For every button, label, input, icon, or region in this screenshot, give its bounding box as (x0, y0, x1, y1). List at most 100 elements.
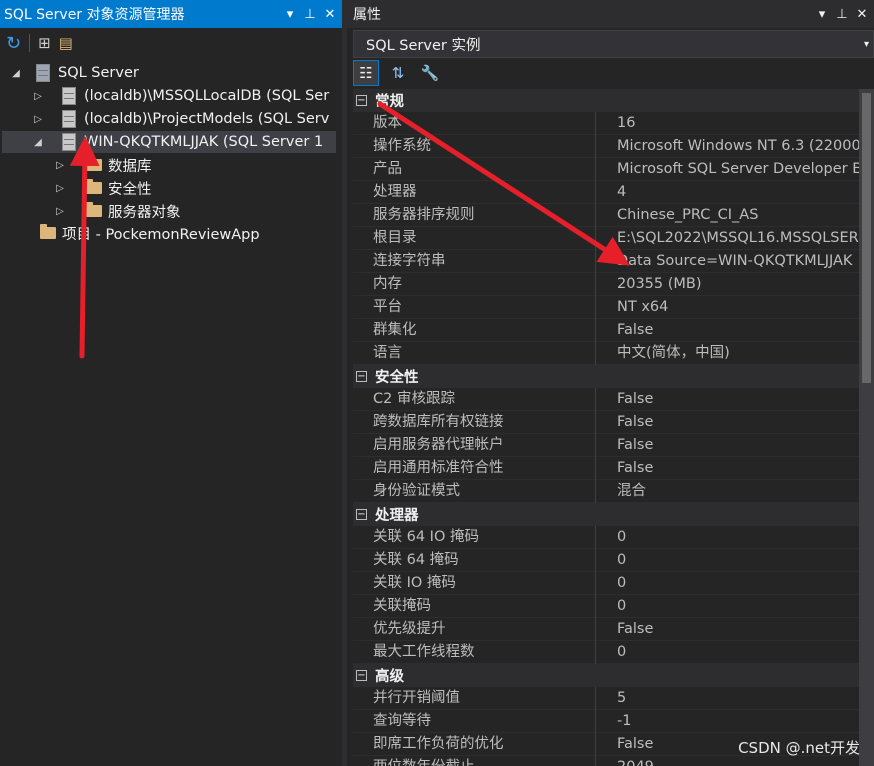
property-value[interactable]: -1 (596, 710, 859, 733)
expanded-icon[interactable]: ◢ (10, 68, 22, 79)
server-icon (62, 87, 76, 105)
property-value[interactable]: 5 (596, 687, 859, 710)
property-value[interactable]: False (596, 319, 859, 342)
new-query-icon[interactable]: ▤ (59, 34, 73, 52)
property-row[interactable]: 连接字符串 Data Source=WIN-QKQTKMLJJAK (353, 249, 859, 273)
collapse-icon[interactable]: − (356, 670, 367, 681)
property-row[interactable]: 产品 Microsoft SQL Server Developer E (353, 157, 859, 181)
property-row[interactable]: C2 审核跟踪 False (353, 387, 859, 411)
alphabetical-icon[interactable]: ⇅ (385, 60, 411, 86)
property-value[interactable]: 0 (596, 549, 859, 572)
collapsed-icon[interactable]: ▷ (32, 114, 44, 125)
object-selector-label: SQL Server 实例 (366, 37, 481, 54)
server-icon (62, 110, 76, 128)
close-icon[interactable]: ✕ (854, 7, 870, 22)
category-header[interactable]: − 安全性 (353, 365, 859, 388)
property-value[interactable]: 20355 (MB) (596, 273, 859, 296)
property-value[interactable]: 0 (596, 572, 859, 595)
property-row[interactable]: 根目录 E:\SQL2022\MSSQL16.MSSQLSER (353, 226, 859, 250)
collapse-icon[interactable]: − (356, 371, 367, 382)
tree-node-projectmodels[interactable]: ▷ (localdb)\ProjectModels (SQL Serv (32, 108, 329, 130)
property-value[interactable]: 混合 (596, 480, 859, 503)
property-value[interactable]: E:\SQL2022\MSSQL16.MSSQLSER (596, 227, 859, 250)
property-row[interactable]: 启用通用标准符合性 False (353, 456, 859, 480)
property-row[interactable]: 内存 20355 (MB) (353, 272, 859, 296)
property-value[interactable]: 0 (596, 526, 859, 549)
property-row[interactable]: 最大工作线程数 0 (353, 640, 859, 664)
properties-toolbar: ☷ ⇅ 🔧 (347, 58, 874, 88)
tree-node-win-server[interactable]: ◢ WIN-QKQTKMLJJAK (SQL Server 1 (2, 131, 336, 153)
property-grid-scrollbar[interactable] (859, 89, 874, 766)
property-value[interactable]: 16 (596, 112, 859, 135)
property-value[interactable]: 0 (596, 595, 859, 618)
pin-icon[interactable]: ⊥ (834, 7, 850, 22)
dropdown-icon[interactable]: ▾ (814, 7, 830, 22)
property-row[interactable]: 查询等待 -1 (353, 709, 859, 733)
tree-node-mssqllocaldb[interactable]: ▷ (localdb)\MSSQLLocalDB (SQL Ser (32, 85, 329, 107)
property-row[interactable]: 群集化 False (353, 318, 859, 342)
property-value[interactable]: Microsoft Windows NT 6.3 (22000 (596, 135, 859, 158)
collapse-icon[interactable]: − (356, 509, 367, 520)
object-selector-dropdown[interactable]: SQL Server 实例 ▾ (353, 30, 874, 58)
tree-node-project[interactable]: 项目 - PockemonReviewApp (40, 222, 260, 244)
expanded-icon[interactable]: ◢ (32, 137, 44, 148)
property-value[interactable]: NT x64 (596, 296, 859, 319)
property-value[interactable]: False (596, 434, 859, 457)
property-row[interactable]: 关联掩码 0 (353, 594, 859, 618)
property-row[interactable]: 处理器 4 (353, 180, 859, 204)
property-name: 关联 64 掩码 (353, 548, 596, 572)
tree-node-server-objects[interactable]: ▷ 服务器对象 (54, 200, 181, 222)
tree-node-label: (localdb)\MSSQLLocalDB (SQL Ser (84, 88, 330, 104)
property-row[interactable]: 服务器排序规则 Chinese_PRC_CI_AS (353, 203, 859, 227)
property-row[interactable]: 启用服务器代理帐户 False (353, 433, 859, 457)
tree-node-label: WIN-QKQTKMLJJAK (SQL Server 1 (84, 134, 324, 150)
property-name: 语言 (353, 341, 596, 365)
collapsed-icon[interactable]: ▷ (54, 206, 66, 217)
properties-title: 属性 (353, 7, 381, 23)
property-row[interactable]: 关联 IO 掩码 0 (353, 571, 859, 595)
property-row[interactable]: 跨数据库所有权链接 False (353, 410, 859, 434)
collapsed-icon[interactable]: ▷ (54, 183, 66, 194)
property-value[interactable]: 0 (596, 641, 859, 664)
property-name: 服务器排序规则 (353, 203, 596, 227)
property-row[interactable]: 优先级提升 False (353, 617, 859, 641)
pin-icon[interactable]: ⊥ (302, 7, 318, 22)
property-row[interactable]: 语言 中文(简体，中国) (353, 341, 859, 365)
categorized-icon[interactable]: ☷ (353, 60, 379, 86)
property-value[interactable]: 中文(简体，中国) (596, 342, 859, 365)
close-icon[interactable]: ✕ (322, 7, 338, 22)
collapsed-icon[interactable]: ▷ (54, 160, 66, 171)
property-row[interactable]: 关联 64 掩码 0 (353, 548, 859, 572)
category-header[interactable]: − 处理器 (353, 503, 859, 526)
property-value[interactable]: 4 (596, 181, 859, 204)
property-row[interactable]: 关联 64 IO 掩码 0 (353, 525, 859, 549)
tree-node-sql-server[interactable]: ◢ SQL Server (10, 62, 139, 84)
property-value[interactable]: False (596, 618, 859, 641)
tree-node-databases[interactable]: ▷ 数据库 (54, 154, 152, 176)
property-row[interactable]: 操作系统 Microsoft Windows NT 6.3 (22000 (353, 134, 859, 158)
property-name: 关联 IO 掩码 (353, 571, 596, 595)
property-row[interactable]: 平台 NT x64 (353, 295, 859, 319)
property-value[interactable]: Chinese_PRC_CI_AS (596, 204, 859, 227)
property-value[interactable]: Microsoft SQL Server Developer E (596, 158, 859, 181)
category-header[interactable]: − 常规 (353, 89, 859, 112)
property-name: 连接字符串 (353, 249, 596, 273)
property-value[interactable]: False (596, 388, 859, 411)
collapse-icon[interactable]: − (356, 95, 367, 106)
property-value[interactable]: False (596, 411, 859, 434)
tree-node-security[interactable]: ▷ 安全性 (54, 177, 152, 199)
dropdown-icon[interactable]: ▾ (282, 7, 298, 22)
category-header[interactable]: − 高级 (353, 664, 859, 687)
property-pages-icon[interactable]: 🔧 (417, 60, 443, 86)
property-row[interactable]: 身份验证模式 混合 (353, 479, 859, 503)
folder-icon (86, 202, 102, 217)
add-server-icon[interactable]: ⊞ (38, 34, 51, 52)
collapsed-icon[interactable]: ▷ (32, 91, 44, 102)
properties-titlebar: 属性 ▾ ⊥ ✕ (347, 0, 874, 28)
property-value[interactable]: Data Source=WIN-QKQTKMLJJAK (596, 250, 859, 273)
refresh-icon[interactable]: ↻ (6, 33, 21, 54)
property-row[interactable]: 版本 16 (353, 111, 859, 135)
property-row[interactable]: 并行开销阈值 5 (353, 686, 859, 710)
property-value[interactable]: False (596, 457, 859, 480)
scrollbar-thumb[interactable] (862, 93, 871, 383)
